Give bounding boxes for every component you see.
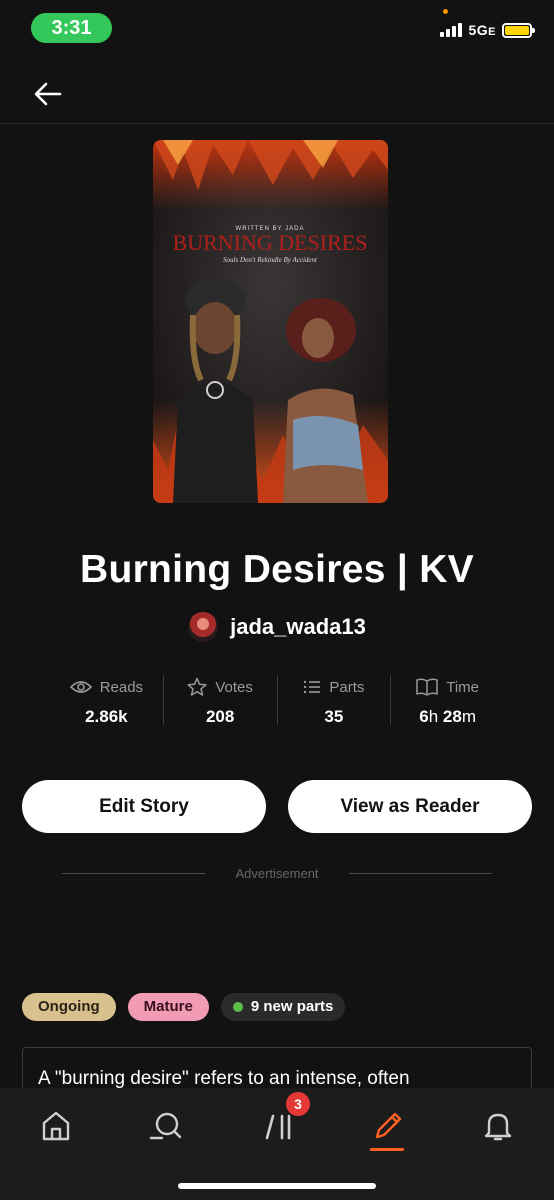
nav-active-indicator bbox=[370, 1148, 404, 1151]
privacy-indicator-dot bbox=[443, 9, 448, 14]
cover-title: BURNING DESIRES bbox=[173, 230, 368, 255]
stat-parts: Parts 35 bbox=[278, 675, 392, 726]
stat-votes-value: 208 bbox=[205, 707, 235, 726]
status-time: 3:31 bbox=[31, 13, 112, 43]
tag-new-parts[interactable]: 9 new parts bbox=[220, 993, 346, 1021]
advertisement-divider: Advertisement bbox=[62, 866, 492, 881]
arrow-left-icon bbox=[34, 82, 62, 106]
list-icon bbox=[304, 680, 321, 694]
nav-notifications[interactable] bbox=[480, 1108, 516, 1144]
story-tags: Ongoing Mature 9 new parts bbox=[22, 993, 346, 1021]
new-parts-label: 9 new parts bbox=[250, 998, 334, 1015]
description-text: A "burning desire" refers to an intense,… bbox=[38, 1068, 410, 1089]
author-row[interactable]: jada_wada13 bbox=[0, 612, 554, 642]
stat-parts-label: Parts bbox=[329, 678, 365, 696]
cover-tagline: Souls Don't Rekindle By Accident bbox=[223, 256, 318, 264]
nav-library[interactable]: 3 bbox=[262, 1092, 310, 1144]
stat-time-label: Time bbox=[446, 678, 480, 696]
stat-votes-label: Votes bbox=[215, 678, 253, 696]
battery-icon bbox=[502, 22, 535, 38]
story-stats: Reads 2.86k Votes 208 Parts 35 Time 6h 2… bbox=[50, 675, 504, 726]
pencil-icon bbox=[375, 1112, 402, 1139]
home-indicator[interactable] bbox=[178, 1183, 376, 1189]
library-badge: 3 bbox=[286, 1092, 310, 1116]
nav-search[interactable] bbox=[148, 1108, 184, 1144]
stat-reads-value: 2.86k bbox=[85, 707, 128, 726]
advertisement-label: Advertisement bbox=[235, 866, 319, 881]
author-avatar[interactable] bbox=[188, 612, 219, 642]
star-icon bbox=[187, 677, 207, 696]
story-cover-image[interactable]: WRITTEN BY JADA BURNING DESIRES Souls Do… bbox=[153, 140, 388, 503]
book-icon bbox=[416, 678, 438, 696]
stat-parts-value: 35 bbox=[324, 707, 344, 726]
nav-write[interactable] bbox=[370, 1108, 406, 1144]
stat-votes: Votes 208 bbox=[164, 675, 278, 726]
tag-ongoing: Ongoing bbox=[22, 993, 116, 1021]
status-bar: 3:31 5GE bbox=[0, 0, 554, 56]
view-as-reader-button[interactable]: View as Reader bbox=[288, 780, 532, 833]
status-icons: 5GE bbox=[440, 22, 535, 38]
back-button[interactable] bbox=[30, 76, 66, 112]
stat-time: Time 6h 28m bbox=[391, 675, 504, 726]
home-icon bbox=[42, 1111, 70, 1141]
top-header bbox=[0, 56, 554, 124]
nav-home[interactable] bbox=[38, 1108, 74, 1144]
edit-story-button[interactable]: Edit Story bbox=[22, 780, 266, 833]
stat-reads-label: Reads bbox=[99, 678, 144, 696]
signal-icon bbox=[440, 23, 463, 37]
bell-icon bbox=[484, 1113, 512, 1141]
author-name[interactable]: jada_wada13 bbox=[230, 614, 366, 640]
story-title: Burning Desires | KV bbox=[79, 548, 474, 591]
green-dot-icon bbox=[232, 1002, 243, 1012]
stat-time-value: 6h 28m bbox=[419, 707, 476, 726]
search-icon bbox=[149, 1112, 182, 1140]
stat-reads: Reads 2.86k bbox=[50, 675, 164, 726]
network-label: 5GE bbox=[468, 22, 496, 38]
eye-icon bbox=[69, 681, 92, 693]
tag-mature: Mature bbox=[127, 993, 209, 1021]
